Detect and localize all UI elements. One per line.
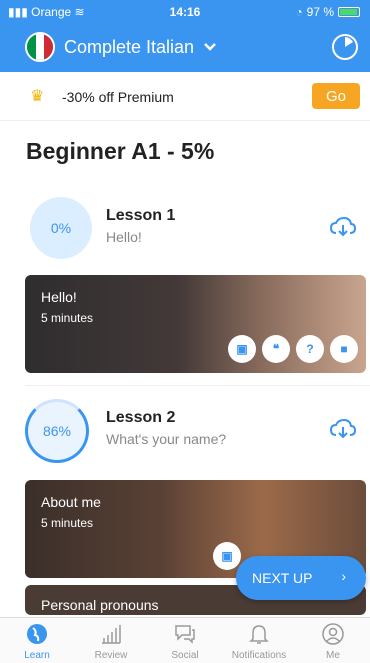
lesson-subtitle: What's your name? [106,431,227,447]
card-title: Hello! [41,289,77,305]
progress-pie-icon[interactable] [332,34,358,60]
card-title: About me [41,494,101,510]
battery-indicator: ◔ 97 % [295,5,360,19]
quote-icon: ❝ [262,335,290,363]
app-header: ▮▮▮ Orange ≋ 14:16 ◔ 97 % Complete Itali… [0,0,370,72]
bars-icon [102,625,121,644]
chevron-right-icon: › [341,568,346,584]
globe-icon [27,624,47,644]
speech-icon [175,625,195,644]
question-icon: ? [296,335,324,363]
divider [25,385,370,386]
profile-icon [322,623,344,645]
lesson-title: Lesson 1 [106,207,176,224]
course-title: Complete Italian [64,36,195,57]
chat-icon: ■ [330,335,358,363]
bell-icon [249,625,269,644]
course-selector[interactable]: Complete Italian [25,32,217,62]
tab-social[interactable]: Social [148,618,222,663]
battery-icon [338,7,360,17]
lesson-header-1[interactable]: 0% Lesson 1 Hello! [0,197,370,263]
activity-card-hello[interactable]: Hello! 5 minutes ▣ ❝ ? ■ [25,275,366,373]
go-button[interactable]: Go [312,83,360,109]
bottom-tab-bar: Learn Review Social Notifications Me [0,617,370,663]
premium-promo-banner[interactable]: ♛ -30% off Premium Go [0,72,370,121]
crown-icon: ♛ [30,88,45,105]
tab-me[interactable]: Me [296,618,370,663]
next-up-button[interactable]: NEXT UP › [236,556,366,600]
alarm-icon: ◔ [295,5,303,19]
lesson-subtitle: Hello! [106,229,142,245]
card-title: Personal pronouns [41,597,159,613]
lesson-progress-circle: 0% [30,197,92,259]
tab-review[interactable]: Review [74,618,148,663]
chevron-down-icon [204,43,216,51]
status-bar: ▮▮▮ Orange ≋ 14:16 ◔ 97 % [0,0,370,24]
lesson-title: Lesson 2 [106,409,176,426]
promo-text: -30% off Premium [62,89,174,105]
lesson-header-2[interactable]: 86% Lesson 2 What's your name? [0,399,370,465]
card-duration: 5 minutes [41,311,94,325]
card-duration: 5 minutes [41,516,94,530]
lesson-progress-circle: 86% [25,399,89,463]
italian-flag-icon [25,32,55,62]
download-cloud-icon[interactable] [330,419,356,439]
activity-icons: ▣ [213,542,241,570]
book-icon: ▣ [213,542,241,570]
download-cloud-icon[interactable] [330,217,356,237]
book-icon: ▣ [228,335,256,363]
tab-learn[interactable]: Learn [0,618,74,663]
activity-icons: ▣ ❝ ? ■ [228,335,358,363]
level-title: Beginner A1 - 5% [26,138,215,164]
tab-notifications[interactable]: Notifications [222,618,296,663]
